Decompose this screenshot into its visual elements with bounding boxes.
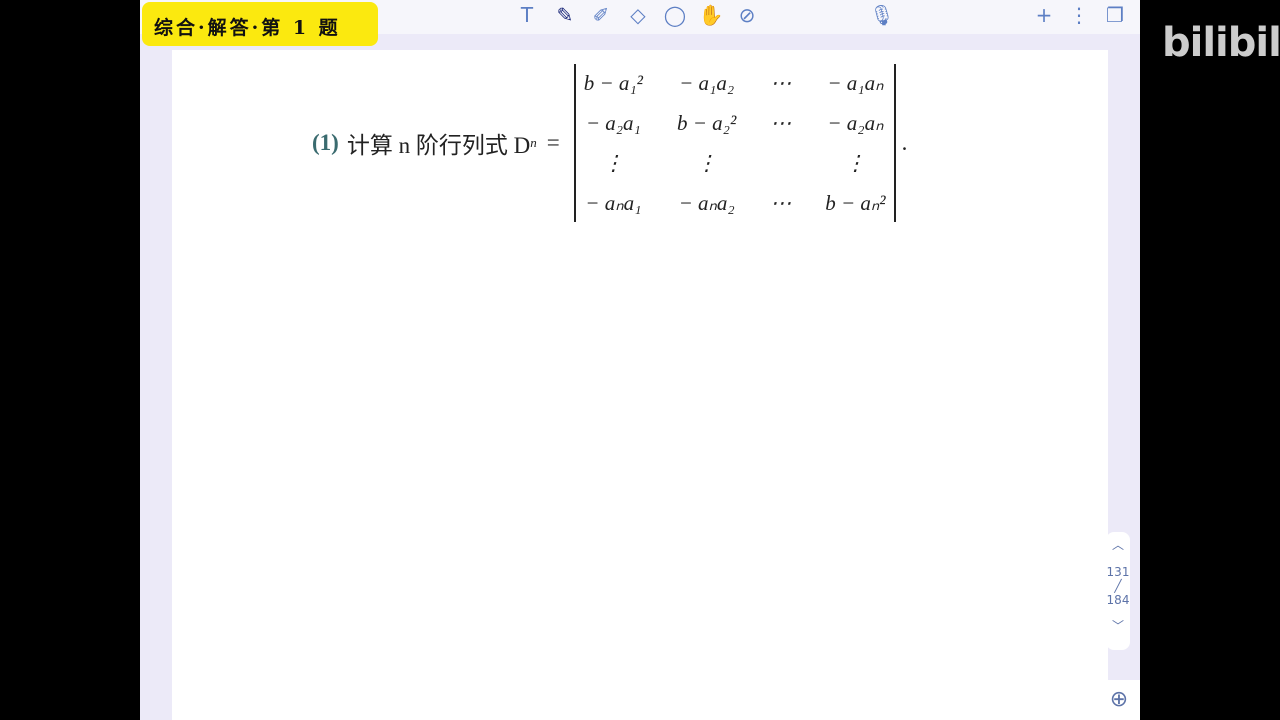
page-down-icon[interactable]: ﹀ bbox=[1106, 617, 1130, 634]
matrix-cell: − aₙa₂ bbox=[678, 191, 735, 215]
page-navigator: ︿ 131 ╱ 184 ﹀ bbox=[1106, 532, 1130, 650]
matrix-cell: b − a₂² bbox=[676, 111, 737, 135]
page-separator: ╱ bbox=[1114, 579, 1122, 593]
period: . bbox=[901, 130, 908, 155]
matrix-cell: ⋮ bbox=[696, 151, 718, 175]
page-title: 综合·解答·第 1 题 bbox=[142, 2, 378, 46]
subscript: n bbox=[530, 135, 537, 150]
highlighter-icon[interactable]: ✐ bbox=[588, 2, 614, 28]
matrix-cell: b − a₁² bbox=[583, 71, 643, 95]
problem: (1) 计算 n 阶行列式 D n = b − a₁² − a₁a₂ ⋯ − a₁aₙ… bbox=[312, 64, 907, 222]
eraser-icon[interactable]: ◇ bbox=[625, 2, 651, 28]
determinant: b − a₁² − a₁a₂ ⋯ − a₁aₙ − a₂a₁ b − a₂² ⋯ − a₂aₙ… bbox=[573, 64, 896, 222]
more-icon[interactable]: ⋮ bbox=[1066, 2, 1092, 28]
current-page: 131 bbox=[1106, 565, 1130, 579]
problem-text: 计算 n 阶行列式 D bbox=[346, 133, 531, 158]
add-icon[interactable]: + bbox=[1031, 2, 1057, 28]
matrix-cell: ⋯ bbox=[770, 111, 792, 135]
matrix-cell: − a₂a₁ bbox=[585, 111, 641, 135]
document-page: (1) 计算 n 阶行列式 D n = b − a₁² − a₁a₂ ⋯ − a₁aₙ… bbox=[172, 50, 1108, 720]
pages-icon[interactable]: ❐ bbox=[1102, 2, 1128, 28]
matrix-cell: − a₁a₂ bbox=[679, 71, 735, 95]
mic-icon[interactable]: 🎙 bbox=[869, 2, 895, 28]
matrix-cell: − a₂aₙ bbox=[827, 111, 884, 135]
matrix-cell bbox=[770, 146, 791, 180]
matrix-cell: − aₙa₁ bbox=[585, 191, 642, 215]
page-up-icon[interactable]: ︿ bbox=[1106, 536, 1130, 553]
matrix-cell: − a₁aₙ bbox=[827, 71, 884, 95]
zoom-in-icon[interactable]: ⊕ bbox=[1098, 680, 1140, 720]
laser-icon[interactable]: ⊘ bbox=[734, 2, 760, 28]
matrix-cell: ⋮ bbox=[602, 151, 624, 175]
problem-label: (1) bbox=[312, 130, 339, 155]
matrix-cell: ⋮ bbox=[844, 151, 866, 175]
matrix-cell: ⋯ bbox=[770, 191, 792, 215]
text-icon[interactable]: T bbox=[514, 2, 540, 28]
lasso-icon[interactable]: ◯ bbox=[662, 2, 688, 28]
hand-icon[interactable]: ✋ bbox=[698, 2, 724, 28]
matrix-cell: b − aₙ² bbox=[825, 191, 886, 215]
app-window: T ✎ ✐ ◇ ◯ ✋ ⊘ 🎙 + ⋮ ❐ 综合·解答·第 1 题 (1) 计算… bbox=[140, 0, 1140, 720]
bilibili-watermark: bilibili bbox=[1162, 20, 1280, 66]
pen-icon[interactable]: ✎ bbox=[552, 2, 578, 28]
equals: = bbox=[546, 130, 560, 155]
total-pages: 184 bbox=[1106, 593, 1130, 607]
matrix-cell: ⋯ bbox=[770, 71, 792, 95]
